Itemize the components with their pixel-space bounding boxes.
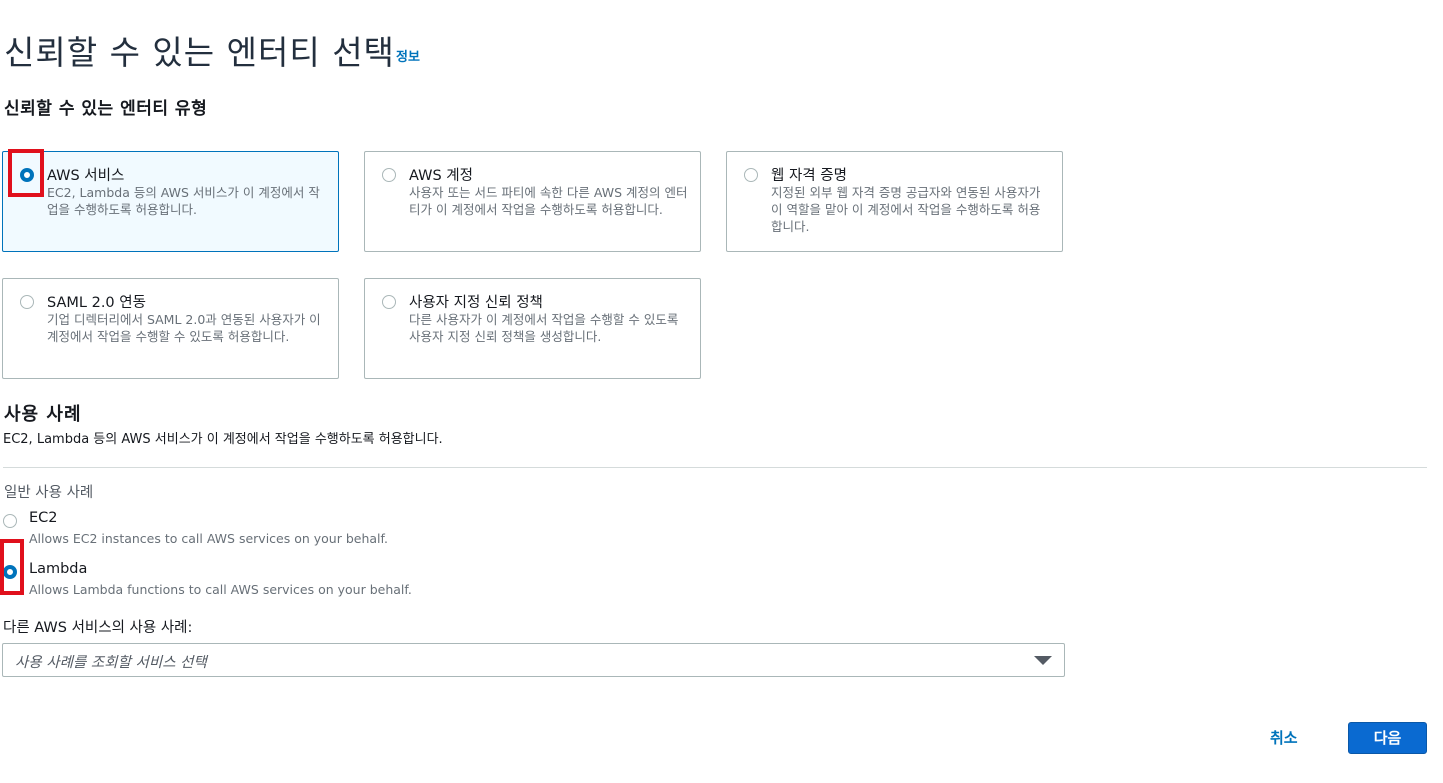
divider: [3, 467, 1427, 468]
ec2-radio[interactable]: [3, 514, 17, 528]
service-select[interactable]: 사용 사례를 조회할 서비스 선택: [2, 643, 1065, 677]
use-case-option-lambda[interactable]: Lambda Allows Lambda functions to call A…: [3, 561, 423, 601]
tile-saml-federation[interactable]: SAML 2.0 연동 기업 디렉터리에서 SAML 2.0과 연동된 사용자가…: [2, 278, 339, 379]
web-identity-radio[interactable]: [744, 168, 758, 182]
tile-title: 웹 자격 증명: [771, 168, 847, 184]
tile-description: 지정된 외부 웹 자격 증명 공급자와 연동된 사용자가 이 역할을 맡아 이 …: [771, 185, 1041, 234]
option-title: EC2: [29, 510, 58, 526]
use-case-option-ec2[interactable]: EC2 Allows EC2 instances to call AWS ser…: [3, 510, 403, 550]
option-description: Allows EC2 instances to call AWS service…: [29, 531, 388, 546]
tile-aws-service[interactable]: AWS 서비스 EC2, Lambda 등의 AWS 서비스가 이 계정에서 작…: [2, 151, 339, 252]
tile-aws-account[interactable]: AWS 계정 사용자 또는 서드 파티에 속한 다른 AWS 계정의 엔터티가 …: [364, 151, 701, 252]
tile-description: EC2, Lambda 등의 AWS 서비스가 이 계정에서 작업을 수행하도록…: [47, 185, 320, 217]
highlight-box: [8, 149, 44, 197]
saml-radio[interactable]: [20, 295, 34, 309]
tile-title: AWS 계정: [409, 168, 473, 184]
use-case-description: EC2, Lambda 등의 AWS 서비스가 이 계정에서 작업을 수행하도록…: [3, 432, 443, 447]
aws-account-radio[interactable]: [382, 168, 396, 182]
next-button[interactable]: 다음: [1348, 722, 1427, 754]
other-service-label: 다른 AWS 서비스의 사용 사례:: [3, 620, 193, 636]
highlight-box: [0, 539, 24, 595]
use-case-heading: 사용 사례: [4, 404, 82, 425]
tile-title: 사용자 지정 신뢰 정책: [409, 295, 543, 311]
tile-web-identity[interactable]: 웹 자격 증명 지정된 외부 웹 자격 증명 공급자와 연동된 사용자가 이 역…: [726, 151, 1063, 252]
trusted-entity-type-heading: 신뢰할 수 있는 엔터티 유형: [4, 99, 208, 119]
tile-title: AWS 서비스: [47, 168, 125, 184]
option-title: Lambda: [29, 561, 88, 577]
page-title: 신뢰할 수 있는 엔터티 선택: [4, 33, 395, 72]
option-description: Allows Lambda functions to call AWS serv…: [29, 582, 412, 597]
tile-description: 기업 디렉터리에서 SAML 2.0과 연동된 사용자가 이 계정에서 작업을 …: [47, 312, 321, 344]
service-select-placeholder: 사용 사례를 조회할 서비스 선택: [15, 655, 207, 671]
tile-description: 사용자 또는 서드 파티에 속한 다른 AWS 계정의 엔터티가 이 계정에서 …: [409, 185, 688, 217]
tile-title: SAML 2.0 연동: [47, 295, 146, 311]
caret-down-icon: [1034, 656, 1052, 665]
cancel-button[interactable]: 취소: [1270, 727, 1298, 748]
info-link[interactable]: 정보: [396, 46, 420, 65]
common-use-cases-label: 일반 사용 사례: [4, 485, 94, 501]
tile-custom-trust-policy[interactable]: 사용자 지정 신뢰 정책 다른 사용자가 이 계정에서 작업을 수행할 수 있도…: [364, 278, 701, 379]
tile-description: 다른 사용자가 이 계정에서 작업을 수행할 수 있도록 사용자 지정 신뢰 정…: [409, 312, 679, 344]
custom-trust-radio[interactable]: [382, 295, 396, 309]
